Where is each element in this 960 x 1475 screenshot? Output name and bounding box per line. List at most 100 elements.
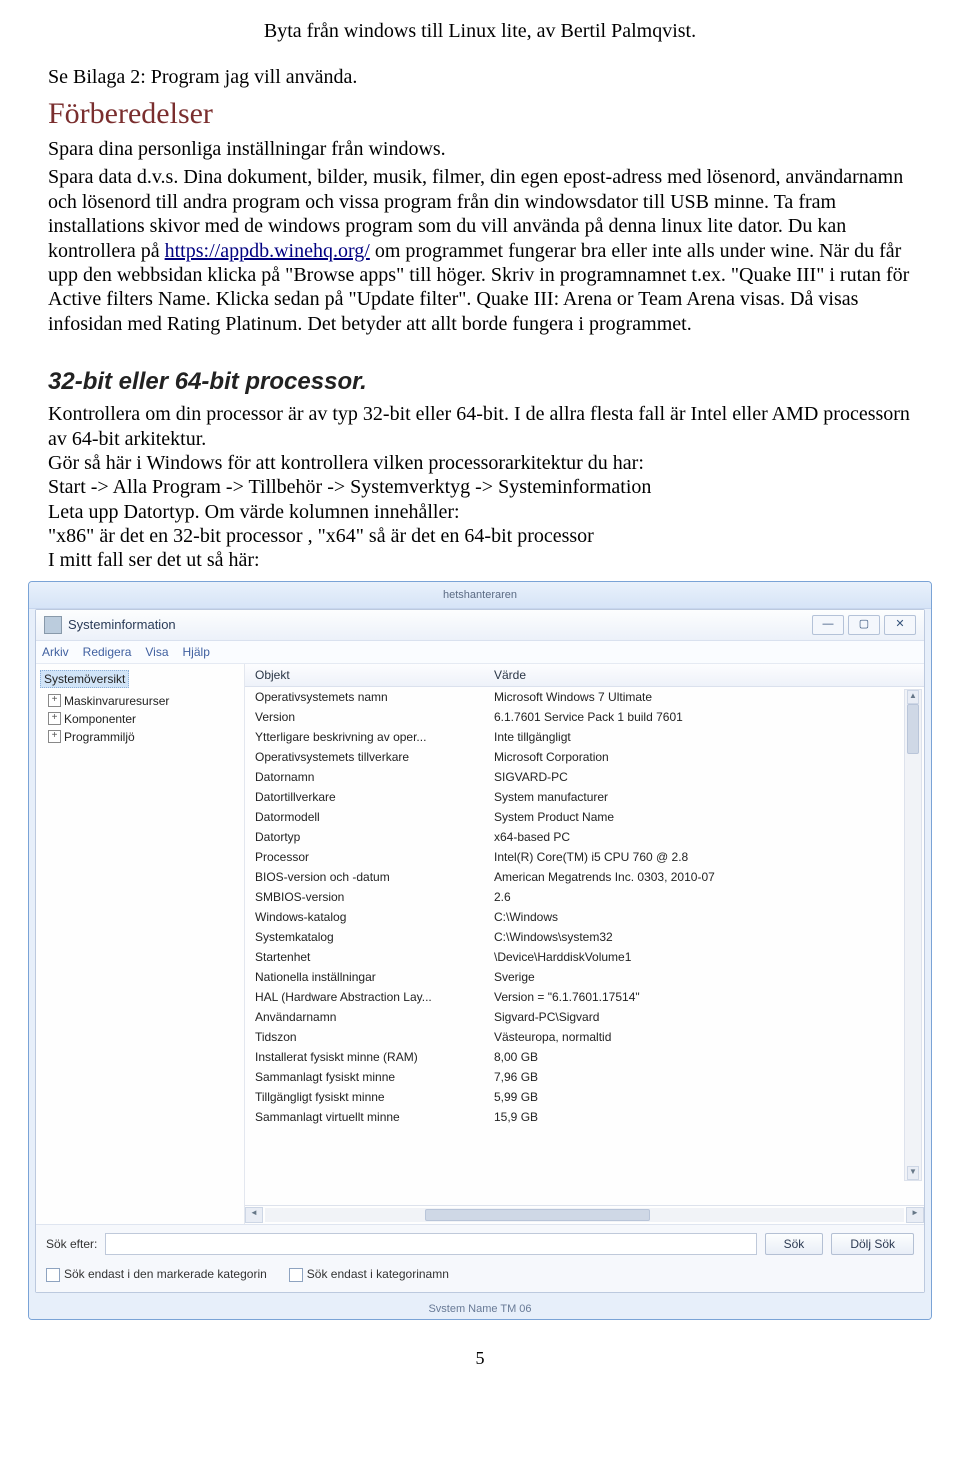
doc-title: Byta från windows till Linux lite, av Be…	[48, 20, 912, 43]
cell-varde: \Device\HarddiskVolume1	[490, 950, 924, 964]
sysinfo-app-icon	[44, 616, 62, 634]
table-row[interactable]: Installerat fysiskt minne (RAM)8,00 GB	[245, 1047, 924, 1067]
search-button[interactable]: Sök	[765, 1233, 824, 1255]
cell-varde: Inte tillgängligt	[490, 730, 924, 744]
table-row[interactable]: AnvändarnamnSigvard-PC\Sigvard	[245, 1007, 924, 1027]
tree-node-maskinvara[interactable]: + Maskinvaruresurser	[40, 692, 240, 710]
cell-varde: C:\Windows	[490, 910, 924, 924]
winehq-link[interactable]: https://appdb.winehq.org/	[165, 240, 370, 262]
cell-objekt: Sammanlagt fysiskt minne	[245, 1070, 490, 1084]
para-spara-installningar: Spara dina personliga inställningar från…	[48, 137, 912, 161]
page-number: 5	[48, 1348, 912, 1369]
scroll-thumb[interactable]	[907, 704, 919, 754]
table-row[interactable]: Operativsystemets namnMicrosoft Windows …	[245, 687, 924, 707]
close-button[interactable]: ✕	[884, 615, 916, 635]
table-row[interactable]: Tillgängligt fysiskt minne5,99 GB	[245, 1087, 924, 1107]
checkbox-icon[interactable]	[289, 1268, 303, 1282]
minimize-button[interactable]: —	[812, 615, 844, 635]
table-row[interactable]: TidszonVästeuropa, normaltid	[245, 1027, 924, 1047]
maximize-button[interactable]: ▢	[848, 615, 880, 635]
outer-titlebar: hetshanteraren	[29, 582, 931, 609]
cell-varde: Version = "6.1.7601.17514"	[490, 990, 924, 1004]
cell-varde: 6.1.7601 Service Pack 1 build 7601	[490, 710, 924, 724]
cell-varde: x64-based PC	[490, 830, 924, 844]
para-32bit-body: Kontrollera om din processor är av typ 3…	[48, 402, 912, 573]
cell-objekt: Datormodell	[245, 810, 490, 824]
cell-objekt: Operativsystemets namn	[245, 690, 490, 704]
search-label: Sök efter:	[46, 1237, 97, 1251]
scroll-left-icon[interactable]: ◄	[245, 1207, 263, 1223]
cell-objekt: HAL (Hardware Abstraction Lay...	[245, 990, 490, 1004]
opt-catname-only[interactable]: Sök endast i kategorinamn	[289, 1267, 449, 1282]
tree-node-programmiljo[interactable]: + Programmiljö	[40, 728, 240, 746]
window-title: Systeminformation	[68, 617, 176, 632]
heading-32bit: 32-bit eller 64-bit processor.	[48, 368, 912, 396]
table-row[interactable]: BIOS-version och -datumAmerican Megatren…	[245, 867, 924, 887]
table-row[interactable]: Windows-katalogC:\Windows	[245, 907, 924, 927]
menu-redigera[interactable]: Redigera	[83, 645, 132, 659]
cell-objekt: Datortillverkare	[245, 790, 490, 804]
menu-hjalp[interactable]: Hjälp	[183, 645, 210, 659]
bilaga-line: Se Bilaga 2: Program jag vill använda.	[48, 65, 912, 89]
cell-varde: C:\Windows\system32	[490, 930, 924, 944]
cell-varde: 15,9 GB	[490, 1110, 924, 1124]
cell-objekt: Nationella inställningar	[245, 970, 490, 984]
cell-objekt: Processor	[245, 850, 490, 864]
checkbox-icon[interactable]	[46, 1268, 60, 1282]
menu-arkiv[interactable]: Arkiv	[42, 645, 69, 659]
cell-objekt: Systemkatalog	[245, 930, 490, 944]
cell-objekt: Tidszon	[245, 1030, 490, 1044]
menu-bar: Arkiv Redigera Visa Hjälp	[36, 641, 924, 664]
cell-objekt: Ytterligare beskrivning av oper...	[245, 730, 490, 744]
cell-objekt: Installerat fysiskt minne (RAM)	[245, 1050, 490, 1064]
opt-marked-only[interactable]: Sök endast i den markerade kategorin	[46, 1267, 267, 1282]
cell-varde: Microsoft Windows 7 Ultimate	[490, 690, 924, 704]
table-row[interactable]: Datortypx64-based PC	[245, 827, 924, 847]
cell-varde: 5,99 GB	[490, 1090, 924, 1104]
cell-objekt: Tillgängligt fysiskt minne	[245, 1090, 490, 1104]
expand-icon[interactable]: +	[48, 730, 61, 743]
scroll-down-icon[interactable]: ▼	[907, 1166, 919, 1180]
table-row[interactable]: Operativsystemets tillverkareMicrosoft C…	[245, 747, 924, 767]
table-row[interactable]: Sammanlagt virtuellt minne15,9 GB	[245, 1107, 924, 1127]
table-row[interactable]: Nationella inställningarSverige	[245, 967, 924, 987]
cell-objekt: Startenhet	[245, 950, 490, 964]
table-row[interactable]: Version6.1.7601 Service Pack 1 build 760…	[245, 707, 924, 727]
cell-varde: Intel(R) Core(TM) i5 CPU 760 @ 2.8	[490, 850, 924, 864]
heading-forberedelser: Förberedelser	[48, 97, 912, 131]
tree-node-komponenter[interactable]: + Komponenter	[40, 710, 240, 728]
cell-varde: System manufacturer	[490, 790, 924, 804]
expand-icon[interactable]: +	[48, 712, 61, 725]
cell-varde: System Product Name	[490, 810, 924, 824]
expand-icon[interactable]: +	[48, 694, 61, 707]
table-row[interactable]: Sammanlagt fysiskt minne7,96 GB	[245, 1067, 924, 1087]
grid-body: ▲ ▼ Operativsystemets namnMicrosoft Wind…	[245, 687, 924, 1205]
horizontal-scrollbar[interactable]: ◄ ►	[245, 1205, 924, 1224]
cell-varde: American Megatrends Inc. 0303, 2010-07	[490, 870, 924, 884]
menu-visa[interactable]: Visa	[145, 645, 168, 659]
hide-search-button[interactable]: Dölj Sök	[831, 1233, 914, 1255]
cell-objekt: Operativsystemets tillverkare	[245, 750, 490, 764]
search-input[interactable]	[105, 1233, 756, 1255]
table-row[interactable]: DatortillverkareSystem manufacturer	[245, 787, 924, 807]
scroll-right-icon[interactable]: ►	[906, 1207, 924, 1223]
cell-varde: Västeuropa, normaltid	[490, 1030, 924, 1044]
cell-objekt: Sammanlagt virtuellt minne	[245, 1110, 490, 1124]
bottom-strip: Svstem Name TM 06	[29, 1299, 931, 1319]
table-row[interactable]: Ytterligare beskrivning av oper...Inte t…	[245, 727, 924, 747]
table-row[interactable]: SystemkatalogC:\Windows\system32	[245, 927, 924, 947]
scroll-up-icon[interactable]: ▲	[907, 690, 919, 704]
col-varde[interactable]: Värde	[490, 668, 924, 682]
grid-header: Objekt Värde	[245, 664, 924, 687]
table-row[interactable]: HAL (Hardware Abstraction Lay...Version …	[245, 987, 924, 1007]
vertical-scrollbar[interactable]: ▲ ▼	[904, 689, 922, 1181]
cell-varde: SIGVARD-PC	[490, 770, 924, 784]
table-row[interactable]: Startenhet\Device\HarddiskVolume1	[245, 947, 924, 967]
table-row[interactable]: ProcessorIntel(R) Core(TM) i5 CPU 760 @ …	[245, 847, 924, 867]
hscroll-thumb[interactable]	[425, 1209, 651, 1221]
table-row[interactable]: DatornamnSIGVARD-PC	[245, 767, 924, 787]
table-row[interactable]: SMBIOS-version2.6	[245, 887, 924, 907]
table-row[interactable]: DatormodellSystem Product Name	[245, 807, 924, 827]
col-objekt[interactable]: Objekt	[245, 668, 490, 682]
tree-root[interactable]: Systemöversikt	[40, 670, 129, 688]
